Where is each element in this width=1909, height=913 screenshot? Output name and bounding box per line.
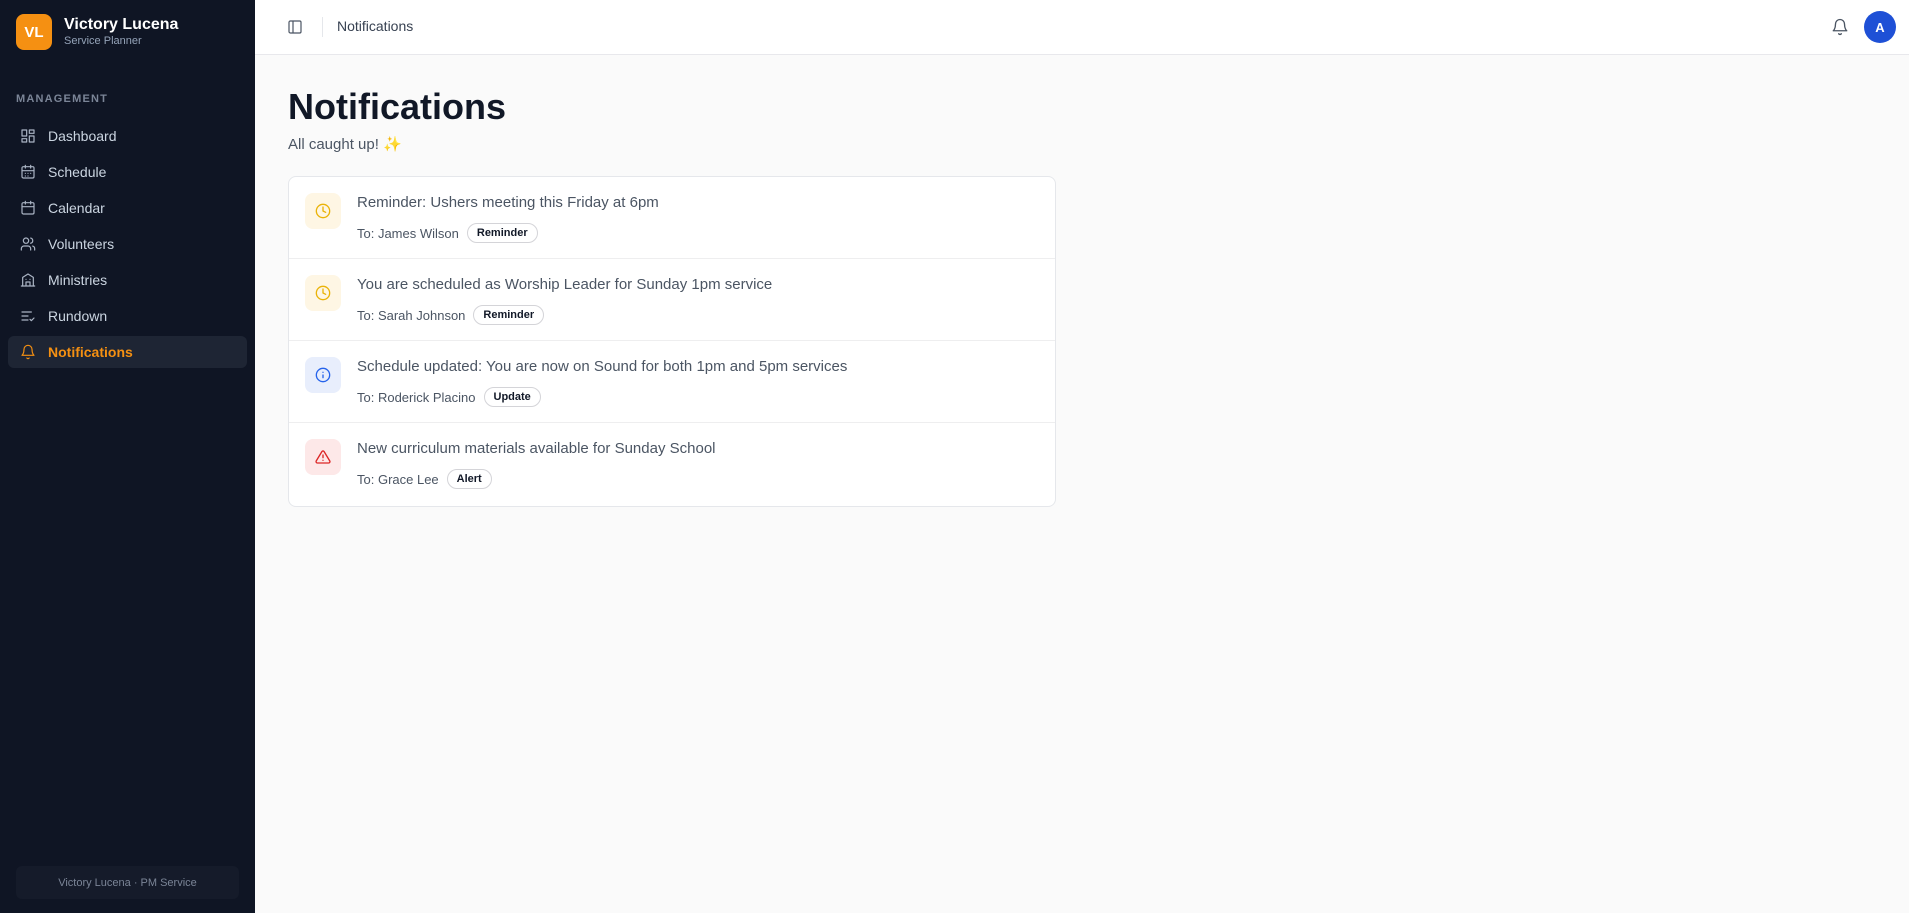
notification-message: You are scheduled as Worship Leader for … bbox=[357, 276, 773, 293]
sidebar: VL Victory Lucena Service Planner MANAGE… bbox=[0, 0, 255, 913]
topbar: Notifications A bbox=[255, 0, 1909, 55]
sidebar-footer: Victory Lucena · PM Service bbox=[16, 866, 239, 899]
sidebar-item-volunteers[interactable]: Volunteers bbox=[8, 228, 247, 260]
notification-icon-box bbox=[305, 357, 341, 393]
sidebar-item-label: Calendar bbox=[48, 200, 105, 216]
nav-section-label: MANAGEMENT bbox=[16, 93, 109, 105]
notification-row[interactable]: Reminder: Ushers meeting this Friday at … bbox=[289, 177, 1055, 259]
bell-icon bbox=[21, 344, 35, 360]
notification-icon-box bbox=[305, 275, 341, 311]
info-icon bbox=[315, 367, 331, 383]
clock-icon bbox=[315, 203, 331, 219]
sidebar-item-label: Ministries bbox=[48, 272, 108, 288]
notification-message: Schedule updated: You are now on Sound f… bbox=[357, 358, 848, 375]
bell-icon bbox=[1832, 18, 1848, 36]
alert-triangle-icon bbox=[315, 450, 331, 464]
sidebar-item-schedule[interactable]: Schedule bbox=[8, 156, 247, 188]
notification-badge: Update bbox=[483, 387, 541, 407]
notification-badge: Alert bbox=[446, 469, 492, 489]
sidebar-toggle-icon bbox=[288, 20, 302, 34]
notification-list: Reminder: Ushers meeting this Friday at … bbox=[288, 176, 1056, 507]
brand-logo: VL bbox=[16, 14, 52, 50]
notification-row[interactable]: New curriculum materials available for S… bbox=[289, 423, 1055, 506]
calendar-grid-icon bbox=[21, 164, 35, 179]
sidebar-item-label: Dashboard bbox=[48, 128, 117, 144]
notification-icon-box bbox=[305, 439, 341, 475]
notification-recipient: To: Sarah Johnson bbox=[357, 307, 466, 323]
notification-message: Reminder: Ushers meeting this Friday at … bbox=[357, 194, 659, 211]
notification-row[interactable]: You are scheduled as Worship Leader for … bbox=[289, 259, 1055, 341]
sidebar-item-rundown[interactable]: Rundown bbox=[8, 300, 247, 332]
topbar-divider bbox=[322, 17, 323, 37]
page-title: Notifications bbox=[288, 86, 507, 127]
list-check-icon bbox=[21, 311, 35, 322]
sidebar-item-notifications[interactable]: Notifications bbox=[8, 336, 247, 368]
clock-icon bbox=[315, 285, 331, 301]
notification-row[interactable]: Schedule updated: You are now on Sound f… bbox=[289, 341, 1055, 423]
notifications-button[interactable] bbox=[1831, 18, 1849, 36]
sidebar-item-ministries[interactable]: Ministries bbox=[8, 264, 247, 296]
sidebar-item-label: Schedule bbox=[48, 164, 107, 180]
notification-message: New curriculum materials available for S… bbox=[357, 440, 716, 457]
sidebar-item-label: Notifications bbox=[48, 344, 133, 360]
main-content: Notifications All caught up! ✨ Reminder:… bbox=[288, 85, 1056, 507]
notification-recipient: To: James Wilson bbox=[357, 225, 459, 241]
users-icon bbox=[20, 237, 36, 251]
sidebar-toggle-button[interactable] bbox=[287, 19, 303, 35]
brand-name: Victory Lucena bbox=[64, 16, 179, 33]
calendar-icon bbox=[21, 200, 35, 215]
sidebar-nav: Dashboard Schedule Calendar Volunteers M… bbox=[8, 120, 247, 372]
sidebar-item-label: Rundown bbox=[48, 308, 108, 324]
avatar[interactable]: A bbox=[1864, 11, 1896, 43]
brand-subtitle: Service Planner bbox=[64, 35, 142, 47]
notification-icon-box bbox=[305, 193, 341, 229]
brand[interactable]: VL Victory Lucena Service Planner bbox=[16, 14, 178, 50]
dashboard-icon bbox=[21, 129, 35, 143]
building-icon bbox=[20, 273, 36, 287]
breadcrumb: Notifications bbox=[337, 18, 414, 34]
notification-recipient: To: Roderick Placino bbox=[357, 389, 476, 405]
notification-recipient: To: Grace Lee bbox=[357, 471, 439, 487]
page-subtitle: All caught up! ✨ bbox=[288, 136, 402, 153]
notification-badge: Reminder bbox=[473, 305, 545, 325]
sidebar-item-calendar[interactable]: Calendar bbox=[8, 192, 247, 224]
sidebar-item-dashboard[interactable]: Dashboard bbox=[8, 120, 247, 152]
notification-badge: Reminder bbox=[466, 223, 538, 243]
sidebar-item-label: Volunteers bbox=[48, 236, 115, 252]
